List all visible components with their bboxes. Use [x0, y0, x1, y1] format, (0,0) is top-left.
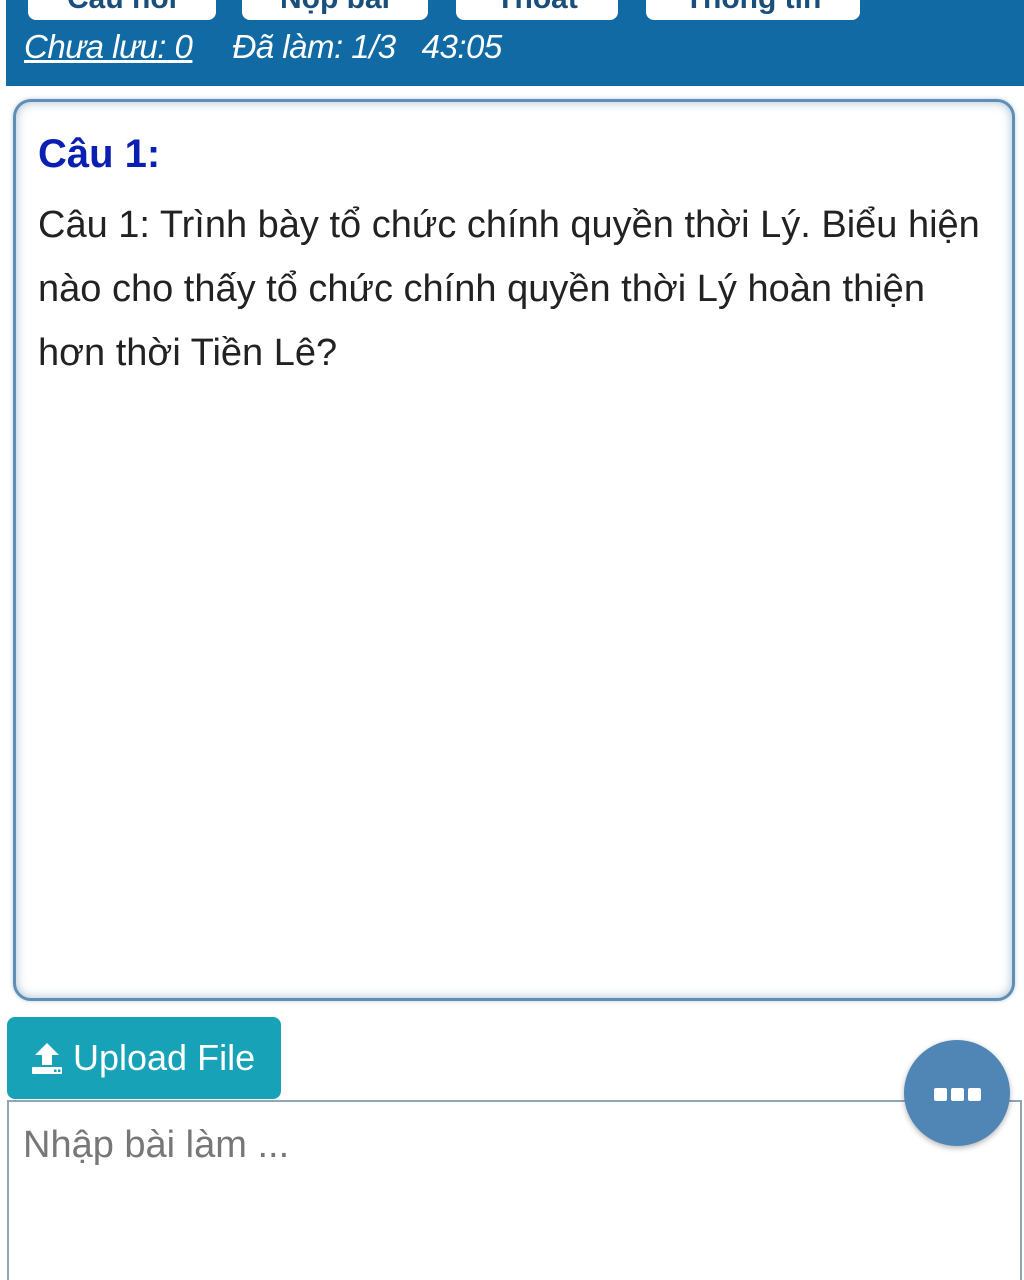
answer-input[interactable]: [7, 1100, 1022, 1280]
upload-file-button[interactable]: Upload File: [7, 1017, 281, 1099]
questions-button-label: Câu hỏi: [67, 0, 177, 16]
countdown-timer: 43:05: [421, 28, 503, 65]
exit-button-label: Thoát: [496, 0, 578, 16]
question-text: Câu 1: Trình bày tổ chức chính quyền thờ…: [38, 204, 980, 374]
more-dots-icon: [933, 1087, 981, 1101]
unsaved-count-link[interactable]: Chưa lưu: 0: [24, 28, 193, 66]
upload-icon: [32, 1043, 62, 1074]
submit-button[interactable]: Nộp bài: [242, 0, 428, 20]
exit-button[interactable]: Thoát: [456, 0, 618, 20]
question-title: Câu 1:: [38, 132, 161, 176]
submit-button-label: Nộp bài: [280, 0, 390, 16]
more-options-button[interactable]: [904, 1040, 1010, 1146]
status-bar: Chưa lưu: 0 Đã làm: 1/3 43:05: [24, 22, 502, 72]
upload-file-label: Upload File: [73, 1037, 256, 1078]
questions-button[interactable]: Câu hỏi: [28, 0, 216, 20]
info-button-label: Thông tin: [685, 0, 822, 16]
exam-page: Câu hỏi Nộp bài Thoát Thông tin Chưa lưu…: [0, 0, 1024, 1280]
top-header: Câu hỏi Nộp bài Thoát Thông tin Chưa lưu…: [6, 0, 1024, 86]
question-card: Câu 1: Câu 1: Trình bày tổ chức chính qu…: [13, 99, 1015, 1001]
info-button[interactable]: Thông tin: [646, 0, 860, 20]
progress-count: Đã làm: 1/3: [232, 28, 396, 65]
